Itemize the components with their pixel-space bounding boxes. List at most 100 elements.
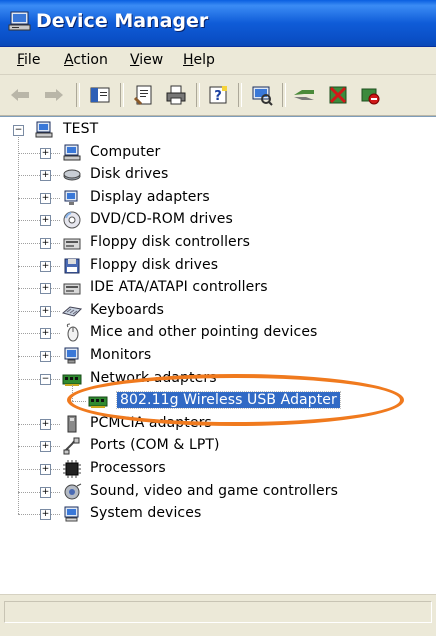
computer-icon (34, 120, 54, 140)
expand-icon[interactable]: + (40, 305, 51, 317)
window-title: Device Manager (36, 10, 209, 32)
expand-icon[interactable]: + (40, 328, 51, 340)
mouse-icon (62, 323, 82, 343)
tree-category[interactable]: + Ports (COM & LPT) (0, 436, 436, 456)
tree-item-label[interactable]: Keyboards (90, 302, 164, 318)
tree-line (18, 491, 60, 493)
tree-item-label[interactable]: Sound, video and game controllers (90, 483, 338, 499)
tree-line (18, 333, 60, 335)
toolbar-separator (238, 83, 242, 107)
forward-icon[interactable] (42, 83, 66, 107)
menu-action[interactable]: Action (64, 52, 108, 68)
tree-item-label[interactable]: 802.11g Wireless USB Adapter (116, 391, 341, 410)
back-icon[interactable] (8, 83, 32, 107)
device-tree[interactable]: − TEST + Computer + Disk drives + Display adapt… (0, 116, 436, 594)
expand-icon[interactable]: + (40, 441, 51, 453)
tree-category[interactable]: + Keyboards (0, 301, 436, 321)
tree-line (18, 197, 60, 199)
system-device-icon (62, 504, 82, 524)
expand-icon[interactable]: + (40, 238, 51, 249)
tree-line (18, 175, 60, 177)
tree-category[interactable]: + Display adapters (0, 188, 436, 208)
toolbar-separator (76, 83, 80, 107)
toolbar-separator (282, 83, 286, 107)
computer-manage-icon (8, 10, 32, 32)
tree-item-label[interactable]: IDE ATA/ATAPI controllers (90, 279, 268, 295)
tree-item-label[interactable]: System devices (90, 505, 201, 521)
toolbar-separator (196, 83, 200, 107)
menu-bar: File Action View Help (0, 47, 436, 75)
tree-line (18, 514, 60, 516)
tree-category[interactable]: + Sound, video and game controllers (0, 482, 436, 502)
help-icon[interactable]: ? (206, 83, 230, 107)
tree-item-label[interactable]: DVD/CD-ROM drives (90, 211, 233, 227)
tree-root[interactable]: − TEST (0, 120, 436, 140)
collapse-icon[interactable]: − (13, 125, 24, 136)
tree-category[interactable]: − Network adapters (0, 369, 436, 389)
expand-icon[interactable]: + (40, 260, 51, 272)
tree-item-label[interactable]: Disk drives (90, 166, 168, 182)
display-adapter-icon (62, 188, 82, 208)
status-panel (4, 601, 432, 623)
scan-hardware-icon[interactable] (250, 83, 274, 107)
title-bar[interactable]: Device Manager (0, 0, 436, 47)
tree-category[interactable]: + Processors (0, 459, 436, 479)
expand-icon[interactable]: + (40, 464, 51, 475)
pcmcia-icon (62, 414, 82, 434)
collapse-icon[interactable]: − (40, 373, 51, 385)
tree-category[interactable]: + System devices (0, 504, 436, 524)
tree-item-label[interactable]: Processors (90, 460, 166, 476)
tree-item-label[interactable]: Monitors (90, 347, 151, 363)
tree-category[interactable]: + Monitors (0, 346, 436, 366)
tree-category[interactable]: + Mice and other pointing devices (0, 323, 436, 343)
tree-category[interactable]: + IDE ATA/ATAPI controllers (0, 278, 436, 298)
tree-category[interactable]: + Computer (0, 143, 436, 163)
uninstall-icon[interactable] (326, 83, 350, 107)
expand-icon[interactable]: + (40, 147, 51, 159)
tree-item-label[interactable]: Ports (COM & LPT) (90, 437, 220, 453)
expand-icon[interactable]: + (40, 418, 51, 430)
floppy-icon (62, 256, 82, 276)
expand-icon[interactable]: + (40, 170, 51, 182)
tree-item-label[interactable]: PCMCIA adapters (90, 415, 212, 431)
expand-icon[interactable]: + (40, 509, 51, 521)
monitor-icon (62, 346, 82, 366)
menu-view[interactable]: View (130, 52, 163, 68)
tree-line (18, 152, 60, 154)
update-driver-icon[interactable] (292, 83, 316, 107)
keyboard-icon (61, 301, 83, 321)
print-icon[interactable] (164, 83, 188, 107)
tree-item-label[interactable]: Floppy disk drives (90, 257, 218, 273)
svg-text:?: ? (214, 89, 222, 104)
tree-item-label[interactable]: Floppy disk controllers (90, 234, 250, 250)
expand-icon[interactable]: + (40, 486, 51, 498)
tree-device[interactable]: 802.11g Wireless USB Adapter (0, 391, 436, 411)
expand-icon[interactable]: + (40, 283, 51, 295)
expand-icon[interactable]: + (40, 215, 51, 227)
tree-item-label[interactable]: Mice and other pointing devices (90, 324, 317, 340)
controller-icon (62, 233, 82, 253)
tree-category[interactable]: + PCMCIA adapters (0, 414, 436, 434)
show-hide-console-tree-icon[interactable] (88, 83, 112, 107)
tree-category[interactable]: + DVD/CD-ROM drives (0, 210, 436, 230)
tree-category[interactable]: + Floppy disk controllers (0, 233, 436, 253)
menu-file[interactable]: File (17, 52, 40, 68)
tree-line (18, 220, 60, 222)
cdrom-icon (62, 210, 82, 230)
tree-line (72, 401, 86, 403)
tree-item-label[interactable]: TEST (63, 121, 98, 137)
disable-icon[interactable] (358, 83, 382, 107)
sound-icon (62, 482, 82, 502)
tree-line (18, 423, 60, 425)
tree-item-label[interactable]: Network adapters (90, 370, 217, 386)
tree-category[interactable]: + Disk drives (0, 165, 436, 185)
expand-icon[interactable]: + (40, 351, 51, 362)
tree-item-label[interactable]: Display adapters (90, 189, 210, 205)
tree-category[interactable]: + Floppy disk drives (0, 256, 436, 276)
tree-item-label[interactable]: Computer (90, 144, 160, 160)
device-manager-window: Device Manager File Action View Help ? −… (0, 0, 436, 636)
menu-help[interactable]: Help (183, 52, 215, 68)
expand-icon[interactable]: + (40, 192, 51, 204)
controller-icon (62, 278, 82, 298)
properties-icon[interactable] (132, 83, 156, 107)
